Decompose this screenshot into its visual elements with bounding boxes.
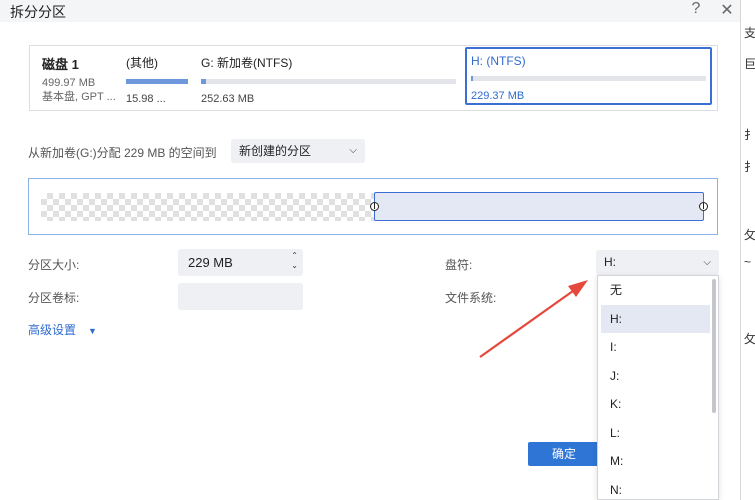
strip-text: 巨 — [744, 57, 755, 71]
allocate-target-value: 新创建的分区 — [239, 144, 312, 158]
volume-label-label: 分区卷标: — [28, 291, 80, 305]
background-window-strip: 支 巨 扌 扌 攵 ~ 攵 — [740, 0, 755, 500]
drive-letter-select[interactable]: H: ⌵ — [596, 250, 719, 275]
new-partition-area[interactable] — [374, 192, 704, 221]
disk-info: 磁盘 1 499.97 MB 基本盘, GPT ... — [42, 54, 116, 104]
partition-g[interactable]: G: 新加卷(NTFS) 252.63 MB — [201, 54, 456, 105]
strip-text: 扌 — [744, 160, 755, 174]
partition-usage-bar — [471, 76, 706, 81]
right-resize-handle[interactable] — [699, 202, 708, 211]
dropdown-option[interactable]: I: — [598, 333, 718, 362]
help-button[interactable]: ? — [686, 0, 706, 18]
dropdown-option[interactable]: L: — [598, 419, 718, 448]
advanced-settings-toggle[interactable]: 高级设置 ▼ — [28, 321, 97, 338]
dropdown-option[interactable]: J: — [598, 362, 718, 391]
partition-size: 15.98 ... — [126, 93, 166, 105]
drive-letter-label: 盘符: — [445, 258, 473, 272]
allocate-label: 从新加卷(G:)分配 229 MB 的空间到 — [28, 146, 217, 160]
partition-usage-bar — [126, 79, 188, 84]
file-system-label: 文件系统: — [445, 291, 497, 305]
partition-h[interactable]: H: (NTFS) 229.37 MB — [465, 47, 712, 105]
close-button[interactable]: ✕ — [717, 0, 737, 20]
chevron-down-icon: ⌵ — [703, 257, 711, 268]
size-label: 分区大小: — [28, 258, 80, 272]
spinner-icon[interactable]: ⌃ ⌄ — [291, 251, 298, 271]
left-resize-handle[interactable] — [370, 202, 379, 211]
partition-size: 252.63 MB — [201, 93, 255, 105]
drive-letter-value: H: — [604, 255, 616, 269]
dropdown-option[interactable]: K: — [598, 390, 718, 419]
partition-resize-slider — [28, 178, 718, 235]
drive-letter-dropdown: 无 H: I: J: K: L: M: N: — [597, 275, 719, 500]
title-bar: 拆分分区 ? ✕ — [0, 0, 740, 22]
window-title: 拆分分区 — [10, 4, 66, 20]
strip-text: ~ — [744, 255, 752, 269]
partition-size: 229.37 MB — [471, 90, 525, 102]
dropdown-option[interactable]: N: — [598, 476, 718, 500]
partition-label: H: (NTFS) — [471, 54, 526, 68]
unallocated-area — [41, 193, 375, 221]
volume-label-input[interactable] — [178, 283, 303, 310]
partition-size-value: 229 MB — [188, 255, 233, 270]
triangle-down-icon: ▼ — [88, 326, 97, 336]
disk-type: 基本盘, GPT ... — [42, 91, 116, 103]
dropdown-option[interactable]: 无 — [598, 276, 718, 305]
ok-button[interactable]: 确定 — [528, 442, 600, 466]
strip-text: 攵 — [744, 228, 755, 242]
partition-other[interactable]: (其他) 15.98 ... — [126, 54, 188, 105]
allocate-target-select[interactable]: 新创建的分区 ⌵ — [231, 139, 365, 163]
disk-size: 499.97 MB — [42, 77, 96, 89]
partition-label: G: 新加卷(NTFS) — [201, 56, 293, 70]
partition-size-input[interactable]: 229 MB ⌃ ⌄ — [178, 249, 303, 276]
disk-map: 磁盘 1 499.97 MB 基本盘, GPT ... (其他) 15.98 .… — [29, 45, 718, 111]
partition-label: (其他) — [126, 56, 158, 70]
chevron-down-icon: ⌵ — [349, 145, 357, 156]
partition-usage-bar — [201, 79, 456, 84]
dropdown-option-selected[interactable]: H: — [601, 304, 710, 333]
strip-text: 支 — [744, 26, 755, 40]
disk-name: 磁盘 1 — [42, 57, 79, 72]
dropdown-scrollbar[interactable] — [712, 279, 716, 413]
strip-text: 攵 — [744, 332, 755, 346]
strip-text: 扌 — [744, 128, 755, 142]
advanced-settings-label: 高级设置 — [28, 323, 77, 337]
dropdown-option[interactable]: M: — [598, 447, 718, 476]
